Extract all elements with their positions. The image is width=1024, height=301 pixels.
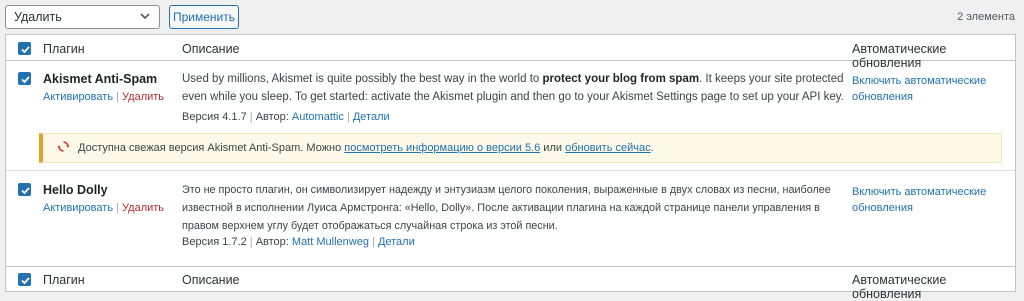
table-header: Плагин Описание Автоматические обновлени…	[6, 35, 1015, 70]
activate-link[interactable]: Активировать	[43, 91, 113, 103]
plugins-table: Плагин Описание Автоматические обновлени…	[5, 34, 1016, 301]
plugin-version: Версия 4.1.7	[182, 111, 247, 123]
update-notice: Доступна свежая версия Akismet Anti-Spam…	[39, 133, 1002, 163]
plugin-meta: Версия 1.7.2 | Автор: Matt Mullenweg | Д…	[182, 236, 415, 248]
row-actions: Активировать | Удалить	[43, 202, 164, 214]
plugin-name: Akismet Anti-Spam	[43, 72, 158, 86]
plugin-meta: Версия 4.1.7 | Автор: Automattic | Детал…	[182, 111, 390, 123]
bulk-action-select[interactable]: Удалить	[5, 5, 160, 29]
table-row: Akismet Anti-Spam Активировать | Удалить…	[6, 61, 1015, 131]
select-all-checkbox[interactable]	[18, 42, 31, 55]
column-plugin[interactable]: Плагин	[43, 273, 85, 287]
separator: |	[116, 91, 119, 103]
plugin-name: Hello Dolly	[43, 183, 108, 197]
plugin-description: Это не просто плагин, он символизирует н…	[182, 184, 831, 232]
select-all-checkbox[interactable]	[18, 273, 31, 286]
plugin-checkbox[interactable]	[18, 183, 31, 196]
author-link[interactable]: Matt Mullenweg	[292, 236, 369, 248]
author-label: Автор:	[255, 111, 289, 123]
activate-link[interactable]: Активировать	[43, 202, 113, 214]
enable-auto-updates-link[interactable]: Включить автоматические обновления	[852, 184, 1002, 216]
column-auto-updates: Автоматические обновления	[852, 273, 947, 301]
notice-text: .	[650, 142, 654, 154]
table-row: Hello Dolly Активировать | Удалить Это н…	[6, 171, 1015, 265]
author-label: Автор:	[255, 236, 289, 248]
column-description: Описание	[182, 273, 240, 287]
description-text: Used by millions, Akismet is quite possi…	[182, 73, 543, 85]
separator: |	[116, 202, 119, 214]
details-link[interactable]: Детали	[353, 111, 390, 123]
plugin-checkbox[interactable]	[18, 72, 31, 85]
description-bold: protect your blog from spam	[542, 73, 700, 85]
enable-auto-updates-link[interactable]: Включить автоматические обновления	[852, 73, 1002, 105]
notice-text: Доступна свежая версия Akismet Anti-Spam…	[78, 142, 345, 154]
plugin-description: Used by millions, Akismet is quite possi…	[182, 70, 846, 106]
column-description: Описание	[182, 42, 240, 56]
view-version-details-link[interactable]: посмотреть информацию о версии 5.6	[344, 142, 540, 154]
table-footer: Плагин Описание Автоматические обновлени…	[6, 266, 1015, 301]
delete-link[interactable]: Удалить	[122, 91, 164, 103]
items-count: 2 элемента	[957, 11, 1015, 23]
delete-link[interactable]: Удалить	[122, 202, 164, 214]
chevron-down-icon	[139, 10, 151, 25]
author-link[interactable]: Automattic	[292, 111, 344, 123]
apply-button[interactable]: Применить	[169, 5, 239, 29]
plugin-version: Версия 1.7.2	[182, 236, 247, 248]
update-now-link[interactable]: обновить сейчас	[565, 142, 651, 154]
notice-text: или	[540, 142, 566, 154]
details-link[interactable]: Детали	[378, 236, 415, 248]
row-actions: Активировать | Удалить	[43, 91, 164, 103]
bulk-action-value: Удалить	[14, 10, 62, 24]
column-plugin[interactable]: Плагин	[43, 42, 85, 56]
update-icon	[57, 140, 78, 156]
